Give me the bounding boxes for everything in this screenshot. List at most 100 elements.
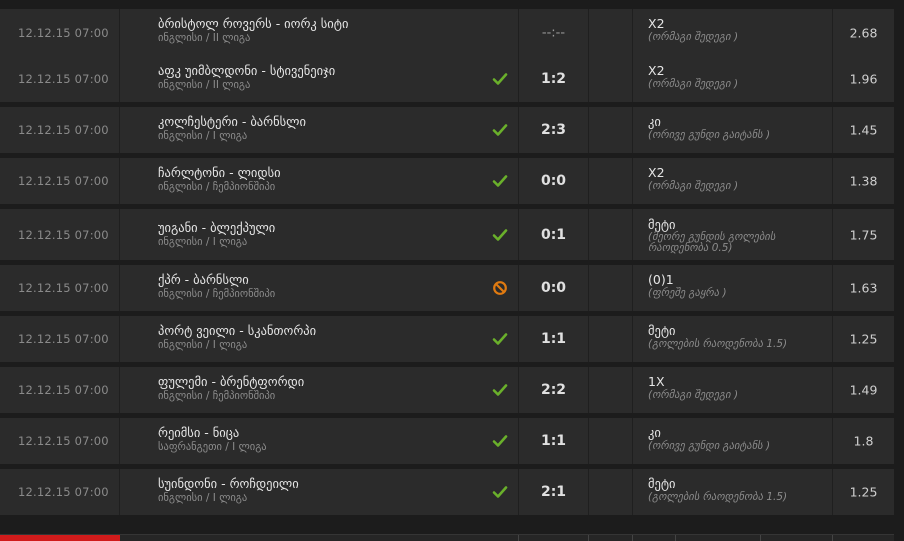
footer-divider — [832, 535, 833, 541]
odd-value: 1.49 — [849, 382, 878, 398]
match-title[interactable]: ჩარლტონი - ლიდსი — [158, 165, 281, 180]
match-cell: კოლჩესტერი - ბარნსლი ინგლისი / I ლიგა — [120, 107, 519, 153]
pick-description: (ორმაგი შედეგი ) — [648, 31, 739, 43]
spacer-cell — [589, 56, 633, 102]
odd-value: 1.63 — [849, 280, 878, 296]
date-cell: 12.12.15 07:00 — [0, 209, 120, 260]
spacer-cell — [589, 107, 633, 153]
match-cell: ქპრ - ბარნსლი ინგლისი / ჩემპიონშიპი — [120, 265, 519, 311]
match-title[interactable]: აფკ უიმბლდონი - სტივენეიჯი — [158, 63, 335, 78]
match-title[interactable]: კოლჩესტერი - ბარნსლი — [158, 114, 306, 129]
match-cell: ფულემი - ბრენტფორდი ინგლისი / ჩემპიონშიპ… — [120, 367, 519, 413]
match-score: 1:1 — [540, 331, 567, 347]
spacer-cell — [589, 209, 633, 260]
match-league: ინგლისი / I ლიგა — [158, 130, 248, 142]
date-cell: 12.12.15 07:00 — [0, 265, 120, 311]
bet-row[interactable]: 12.12.15 07:00 ჩარლტონი - ლიდსი ინგლისი … — [0, 158, 894, 209]
date-cell: 12.12.15 07:00 — [0, 9, 120, 57]
pick-cell: X2 (ორმაგი შედეგი ) — [633, 56, 833, 102]
odd-cell: 1.25 — [833, 316, 894, 362]
match-title[interactable]: უიგანი - ბლექპული — [158, 220, 275, 235]
spacer-cell — [589, 469, 633, 515]
match-date: 12.12.15 07:00 — [18, 383, 109, 397]
match-score: 2:3 — [540, 122, 567, 138]
date-cell: 12.12.15 07:00 — [0, 56, 120, 102]
date-cell: 12.12.15 07:00 — [0, 367, 120, 413]
spacer-cell — [589, 367, 633, 413]
match-score: 0:0 — [540, 280, 567, 296]
footer-divider — [518, 535, 519, 541]
match-date: 12.12.15 07:00 — [18, 123, 109, 137]
check-icon — [492, 122, 508, 138]
active-tab-indicator[interactable] — [0, 535, 120, 541]
odd-value: 1.96 — [849, 71, 878, 87]
check-icon — [492, 331, 508, 347]
check-icon — [492, 433, 508, 449]
odd-cell: 1.96 — [833, 56, 894, 102]
footer-divider — [588, 535, 589, 541]
pick-description: (ორმაგი შედეგი ) — [648, 180, 739, 192]
check-icon — [492, 71, 508, 87]
spacer-cell — [589, 158, 633, 204]
pick-name: X2 — [648, 16, 665, 31]
odd-value: 2.68 — [849, 25, 878, 41]
bet-row[interactable]: 12.12.15 07:00 ფულემი - ბრენტფორდი ინგლი… — [0, 367, 894, 418]
check-icon — [492, 227, 508, 243]
bet-row[interactable]: 12.12.15 07:00 უიგანი - ბლექპული ინგლისი… — [0, 209, 894, 265]
match-date: 12.12.15 07:00 — [18, 72, 109, 86]
match-league: ინგლისი / ჩემპიონშიპი — [158, 390, 276, 402]
pick-name: კი — [648, 114, 661, 129]
bet-row[interactable]: 12.12.15 07:00 რეიმსი - ნიცა საფრანგეთი … — [0, 418, 894, 469]
bet-row[interactable]: 12.12.15 07:00 პორტ ვეილი - სკანთორპი ინ… — [0, 316, 894, 367]
footer-divider — [675, 535, 676, 541]
pick-name: X2 — [648, 165, 665, 180]
pick-cell: 1X (ორმაგი შედეგი ) — [633, 367, 833, 413]
odd-cell: 1.45 — [833, 107, 894, 153]
bet-row[interactable]: 12.12.15 07:00 ბრისტოლ როვერს - იორკ სიტ… — [0, 9, 894, 62]
footer-divider — [760, 535, 761, 541]
match-title[interactable]: სუინდონი - როჩდეილი — [158, 476, 299, 491]
pick-description: (ორმაგი შედეგი ) — [648, 389, 739, 401]
match-date: 12.12.15 07:00 — [18, 174, 109, 188]
score-cell: 1:2 — [519, 56, 589, 102]
match-league: ინგლისი / II ლიგა — [158, 32, 251, 44]
score-cell: --:-- — [519, 9, 589, 57]
pick-description: (გოლების რაოდენობა 1.5) — [648, 338, 788, 350]
match-title[interactable]: ფულემი - ბრენტფორდი — [158, 374, 304, 389]
match-cell: უიგანი - ბლექპული ინგლისი / I ლიგა — [120, 209, 519, 260]
score-cell: 2:2 — [519, 367, 589, 413]
match-league: ინგლისი / I ლიგა — [158, 236, 248, 248]
bet-row[interactable]: 12.12.15 07:00 აფკ უიმბლდონი - სტივენეიჯ… — [0, 56, 894, 107]
match-score: 0:1 — [540, 226, 567, 243]
match-cell: ჩარლტონი - ლიდსი ინგლისი / ჩემპიონშიპი — [120, 158, 519, 204]
pick-cell: მეტი (გოლების რაოდენობა 1.5) — [633, 469, 833, 515]
pick-cell: (0)1 (ფრეშე გაყრა ) — [633, 265, 833, 311]
pick-cell: X2 (ორმაგი შედეგი ) — [633, 158, 833, 204]
pick-cell: კი (ორივე გუნდი გაიტანს ) — [633, 418, 833, 464]
odd-cell: 1.25 — [833, 469, 894, 515]
pick-description: (გოლების რაოდენობა 1.5) — [648, 491, 788, 503]
check-icon — [492, 484, 508, 500]
footer-divider — [632, 535, 633, 541]
odd-cell: 1.38 — [833, 158, 894, 204]
match-league: ინგლისი / ჩემპიონშიპი — [158, 288, 276, 300]
match-title[interactable]: პორტ ვეილი - სკანთორპი — [158, 323, 316, 338]
spacer-cell — [589, 265, 633, 311]
bet-row[interactable]: 12.12.15 07:00 კოლჩესტერი - ბარნსლი ინგლ… — [0, 107, 894, 158]
match-league: საფრანგეთი / I ლიგა — [158, 441, 267, 453]
bet-row[interactable]: 12.12.15 07:00 სუინდონი - როჩდეილი ინგლი… — [0, 469, 894, 520]
match-league: ინგლისი / II ლიგა — [158, 79, 251, 91]
date-cell: 12.12.15 07:00 — [0, 158, 120, 204]
match-cell: აფკ უიმბლდონი - სტივენეიჯი ინგლისი / II … — [120, 56, 519, 102]
date-cell: 12.12.15 07:00 — [0, 316, 120, 362]
pick-description: (ორმაგი შედეგი ) — [648, 78, 739, 90]
bet-row[interactable]: 12.12.15 07:00 ქპრ - ბარნსლი ინგლისი / ჩ… — [0, 265, 894, 316]
pick-cell: X2 (ორმაგი შედეგი ) — [633, 9, 833, 57]
pick-description: (ორივე გუნდი გაიტანს ) — [648, 440, 771, 452]
match-title[interactable]: რეიმსი - ნიცა — [158, 425, 239, 440]
check-icon — [492, 382, 508, 398]
match-title[interactable]: ბრისტოლ როვერს - იორკ სიტი — [158, 16, 348, 31]
spacer-cell — [589, 316, 633, 362]
match-title[interactable]: ქპრ - ბარნსლი — [158, 272, 249, 287]
pick-name: 1X — [648, 374, 665, 389]
